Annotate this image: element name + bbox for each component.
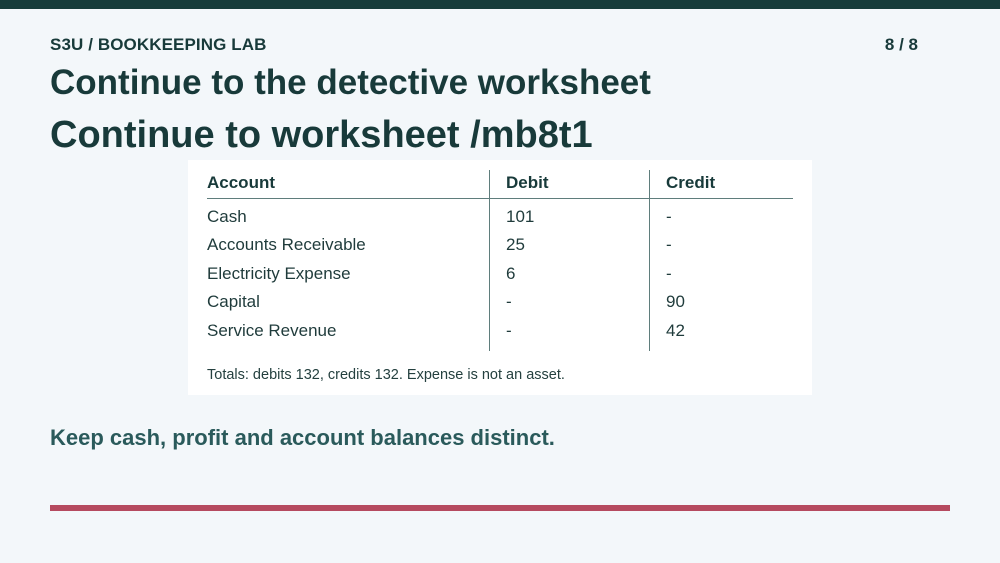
bottom-accent-rule	[50, 505, 950, 511]
top-accent-bar	[0, 0, 1000, 9]
cell-account: Electricity Expense	[207, 263, 351, 283]
totals-note: Totals: debits 132, credits 132. Expense…	[207, 367, 565, 383]
credit-column: - - - 90 42	[649, 199, 793, 351]
page-counter: 8 / 8	[884, 35, 918, 54]
cell-credit: -	[666, 263, 672, 283]
cell-account: Capital	[207, 292, 260, 312]
column-header-account: Account	[207, 173, 275, 192]
course-label: S3U / BOOKKEEPING LAB	[50, 35, 267, 54]
cell-debit: 101	[506, 207, 535, 226]
key-takeaway: Keep cash, profit and account balances d…	[50, 425, 555, 450]
cell-account: Service Revenue	[207, 320, 337, 340]
trial-balance-table: Account Debit Credit Cash Accounts Recei…	[207, 170, 793, 351]
cell-credit: -	[666, 207, 672, 226]
column-header-debit: Debit	[489, 170, 649, 198]
table-body: Cash Accounts Receivable Electricity Exp…	[207, 199, 793, 351]
account-column: Cash Accounts Receivable Electricity Exp…	[207, 199, 489, 351]
cell-credit: 90	[666, 292, 685, 312]
cell-credit: -	[666, 235, 672, 255]
trial-balance-card: Account Debit Credit Cash Accounts Recei…	[188, 160, 812, 395]
debit-column: 101 25 6 - -	[489, 199, 649, 351]
cell-debit: -	[506, 292, 512, 312]
cell-account: Cash	[207, 207, 247, 226]
cell-credit: 42	[666, 320, 685, 340]
cell-debit: 25	[506, 235, 525, 255]
worksheet-link-title: Continue to worksheet /mb8t1	[50, 114, 593, 156]
slide-title: Continue to the detective worksheet	[50, 63, 651, 102]
cell-debit: -	[506, 320, 512, 340]
column-header-credit: Credit	[649, 170, 793, 198]
table-header-row: Account Debit Credit	[207, 170, 793, 199]
cell-debit: 6	[506, 263, 516, 283]
cell-account: Accounts Receivable	[207, 235, 366, 255]
